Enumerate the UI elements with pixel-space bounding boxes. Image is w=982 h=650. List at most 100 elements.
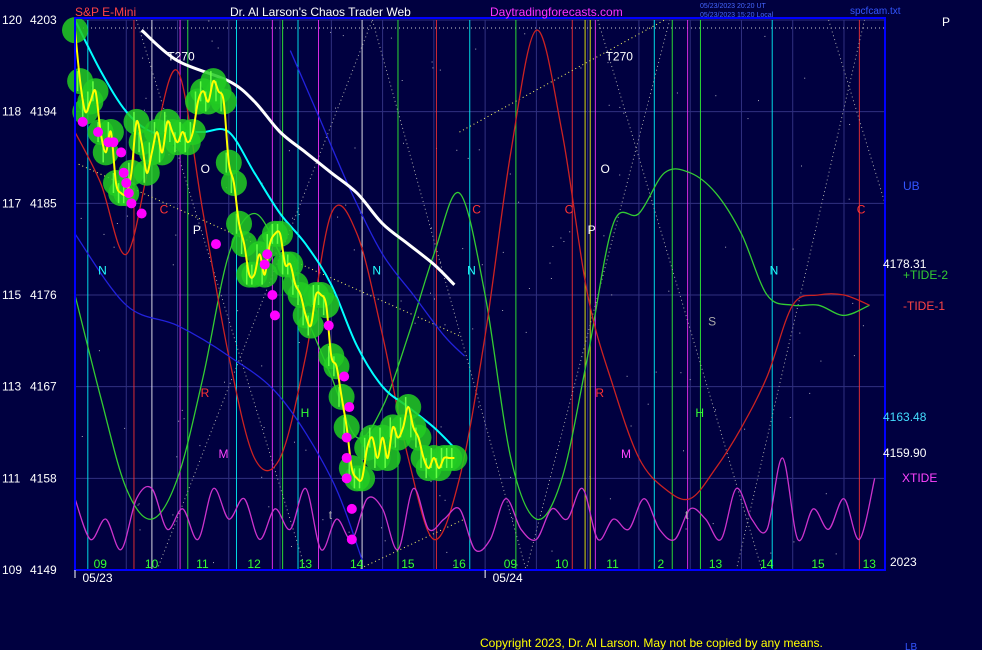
star-dot xyxy=(414,322,416,324)
star-dot xyxy=(630,425,632,427)
star-dot xyxy=(676,92,678,94)
star-dot xyxy=(298,342,300,343)
tide-line xyxy=(74,457,876,552)
pivot-dot xyxy=(269,310,280,321)
star-dot xyxy=(835,553,837,555)
star-dot xyxy=(619,106,621,108)
cycle-letter-label: P xyxy=(588,223,596,237)
star-dot xyxy=(213,562,214,564)
pivot-dot xyxy=(93,127,104,138)
x-tick-hour: 13 xyxy=(709,557,723,571)
y-tick-price: 4185 xyxy=(30,196,57,210)
header-timestamp-1: 05/23/2023 20:20 UT xyxy=(700,3,766,10)
pivot-dot xyxy=(346,534,357,545)
star-dot xyxy=(848,198,850,200)
star-dot xyxy=(400,300,402,302)
y-tick-pct: 109 xyxy=(2,563,22,577)
star-dot xyxy=(467,157,469,159)
star-dot xyxy=(390,37,392,39)
star-dot xyxy=(335,107,336,109)
y-tick-price: 4176 xyxy=(30,288,57,302)
star-dot xyxy=(809,392,811,394)
star-dot xyxy=(849,124,851,125)
star-dot xyxy=(647,403,649,405)
star-dot xyxy=(478,149,480,151)
header-filename: spcfcam.txt xyxy=(850,6,901,17)
pivot-dot xyxy=(121,177,132,188)
cycle-letter-label: N xyxy=(467,264,476,278)
right-label: 4159.90 xyxy=(883,446,927,460)
star-dot xyxy=(472,328,474,330)
star-dot xyxy=(563,241,565,242)
star-dot xyxy=(444,499,446,501)
copyright-text: Copyright 2023, Dr. Al Larson. May not b… xyxy=(480,636,823,650)
cycle-letter-label: R xyxy=(595,386,604,400)
y-tick-price: 4158 xyxy=(30,471,57,485)
star-dot xyxy=(475,48,477,50)
cycle-letter-label: C xyxy=(857,203,866,217)
cycle-letter-label: M xyxy=(219,447,229,461)
star-dot xyxy=(792,248,794,250)
star-dot xyxy=(268,506,270,508)
y-tick-price: 4203 xyxy=(30,13,57,27)
x-tick-hour: 15 xyxy=(811,557,825,571)
star-dot xyxy=(623,112,625,114)
star-dot xyxy=(430,481,432,483)
star-dot xyxy=(611,294,613,296)
star-dot xyxy=(725,246,727,248)
star-dot xyxy=(510,476,512,478)
star-dot xyxy=(434,298,435,300)
right-label: XTIDE xyxy=(902,471,937,485)
pivot-dot xyxy=(118,167,129,178)
star-dot xyxy=(401,80,403,81)
star-dot xyxy=(608,104,610,106)
star-dot xyxy=(432,67,434,69)
star-dot xyxy=(292,217,293,219)
star-dot xyxy=(80,217,82,219)
cycle-letter-label: P xyxy=(193,223,201,237)
star-dot xyxy=(178,420,180,422)
footer-corner-fragment: LB xyxy=(905,642,918,650)
star-dot xyxy=(175,234,177,236)
pivot-dot xyxy=(136,208,147,219)
star-dot xyxy=(124,427,126,429)
star-dot xyxy=(431,227,432,229)
pivot-dot xyxy=(77,116,88,127)
cycle-letter-label: T270 xyxy=(606,50,634,64)
star-dot xyxy=(143,109,145,111)
star-dot xyxy=(348,531,350,533)
cycle-letter-label: H xyxy=(301,406,310,420)
star-dot xyxy=(431,61,433,63)
header-corner-letter: P xyxy=(942,15,950,29)
star-dot xyxy=(569,231,571,233)
star-dot xyxy=(137,504,139,506)
star-dot xyxy=(551,550,553,552)
star-dot xyxy=(381,527,382,529)
star-dot xyxy=(603,235,605,237)
header-site-url: Daytradingforecasts.com xyxy=(490,5,623,19)
star-dot xyxy=(142,57,144,59)
y-tick-pct: 111 xyxy=(2,471,21,485)
pivot-dot xyxy=(344,402,355,413)
x-tick-hour: 10 xyxy=(145,557,159,571)
star-dot xyxy=(183,418,185,420)
star-dot xyxy=(237,310,239,312)
pivot-dot xyxy=(346,503,357,514)
star-dot xyxy=(384,540,386,542)
star-dot xyxy=(852,302,854,304)
star-dot xyxy=(261,365,263,367)
star-dot xyxy=(462,248,464,250)
star-dot xyxy=(126,215,128,217)
cycle-letter-label: M xyxy=(621,447,631,461)
pivot-dot xyxy=(341,432,352,443)
star-dot xyxy=(354,147,356,149)
star-dot xyxy=(715,95,717,97)
star-dot xyxy=(139,529,141,531)
y-tick-price: 4149 xyxy=(30,563,57,577)
x-tick-hour: 10 xyxy=(555,557,569,571)
pivot-dot xyxy=(323,320,334,331)
star-dot xyxy=(456,149,458,151)
pivot-dot xyxy=(116,147,127,158)
star-dot xyxy=(199,445,201,447)
star-dot xyxy=(758,100,759,102)
